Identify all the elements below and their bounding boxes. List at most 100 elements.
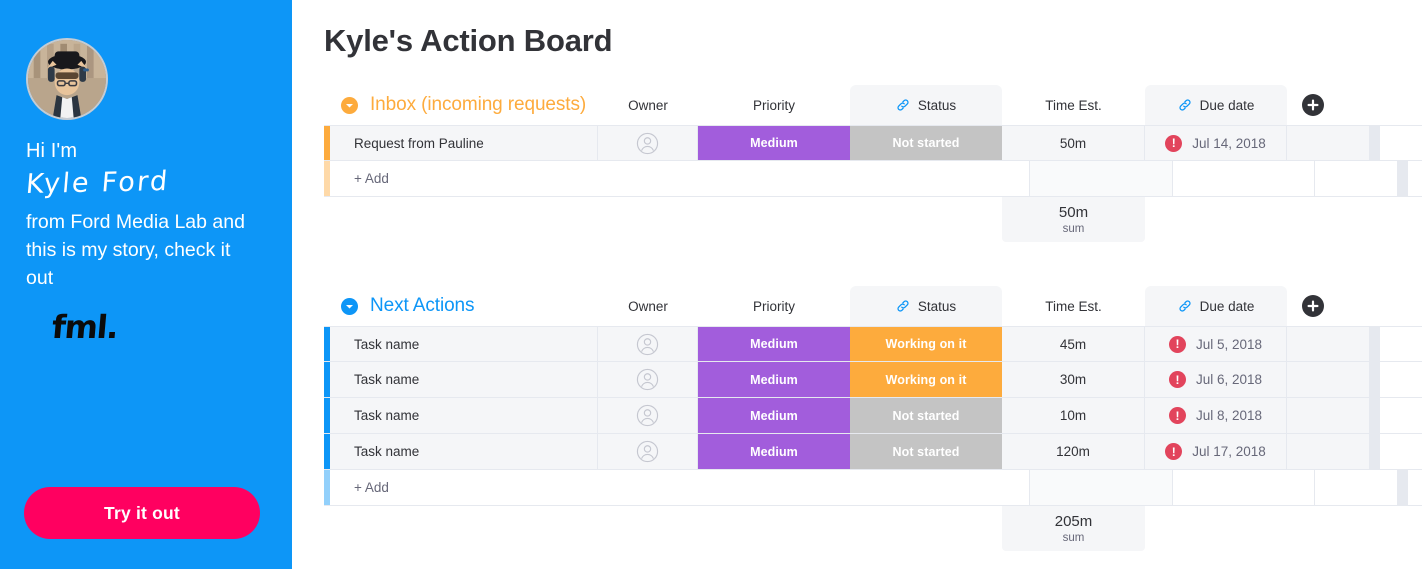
cell-empty-tail — [1287, 434, 1369, 469]
overdue-warning-icon: ! — [1165, 134, 1183, 152]
horizontal-scrollbar[interactable] — [1369, 126, 1380, 160]
add-row-color-bar — [324, 161, 330, 196]
column-headers: Owner Priority Status Time Est. Due date — [598, 286, 1369, 326]
column-header-due-date[interactable]: Due date — [1145, 286, 1287, 326]
group-rows: Request from Pauline Medium Not started 50m… — [324, 125, 1422, 242]
cell-owner[interactable] — [598, 434, 698, 469]
column-header-time-est[interactable]: Time Est. — [1002, 85, 1145, 125]
cell-owner[interactable] — [598, 362, 698, 397]
due-date-text: Jul 5, 2018 — [1195, 336, 1263, 352]
group-title[interactable]: Next Actions — [370, 295, 475, 317]
cell-task-name[interactable]: Task name — [330, 398, 598, 433]
sum-value: 205m — [1054, 512, 1093, 530]
column-header-status[interactable]: Status — [850, 286, 1002, 326]
group-title[interactable]: Inbox (incoming requests) — [370, 94, 586, 116]
cell-due-date[interactable]: ! Jul 17, 2018 — [1145, 434, 1287, 469]
profile-sidebar: Hi I'm Kyle Ford from Ford Media Lab and… — [0, 0, 292, 569]
cell-status[interactable]: Not started — [850, 126, 1002, 160]
cell-due-date[interactable]: ! Jul 6, 2018 — [1145, 362, 1287, 397]
owner-avatar-icon[interactable] — [636, 132, 659, 155]
column-header-priority[interactable]: Priority — [698, 85, 850, 125]
sum-value: 50m — [1058, 203, 1089, 221]
overdue-warning-icon: ! — [1168, 335, 1186, 353]
column-header-due-date[interactable]: Due date — [1145, 85, 1287, 125]
cell-priority[interactable]: Medium — [698, 126, 850, 160]
add-row: + Add — [324, 470, 1422, 506]
horizontal-scrollbar[interactable] — [1369, 398, 1380, 433]
profile-photo-icon — [28, 40, 106, 118]
owner-avatar-icon[interactable] — [636, 404, 659, 427]
cell-owner[interactable] — [598, 327, 698, 361]
cell-task-name[interactable]: Task name — [330, 362, 598, 397]
group-rows: Task name Medium Working on it 45m! Jul 5, 2… — [324, 326, 1422, 551]
link-icon — [1178, 98, 1192, 112]
table-row[interactable]: Request from Pauline Medium Not started 50m… — [324, 125, 1422, 161]
plus-icon — [1307, 99, 1319, 111]
owner-avatar-icon[interactable] — [636, 368, 659, 391]
cell-priority[interactable]: Medium — [698, 398, 850, 433]
cell-time-est[interactable]: 50m — [1002, 126, 1145, 160]
cell-empty-tail — [1287, 362, 1369, 397]
overdue-warning-icon: ! — [1168, 371, 1186, 388]
group-collapse-icon[interactable] — [341, 96, 358, 114]
add-row-scrollbar[interactable] — [1397, 470, 1408, 505]
cell-due-date[interactable]: ! Jul 5, 2018 — [1145, 327, 1287, 361]
time-est-sum: 50m sum — [1002, 197, 1145, 242]
table-row[interactable]: Task name Medium Not started 10m! Jul 8, 201… — [324, 398, 1422, 434]
cell-status[interactable]: Not started — [850, 398, 1002, 433]
add-item-button[interactable]: + Add — [330, 161, 1030, 196]
add-column-button[interactable] — [1302, 94, 1324, 116]
summary-row: 205m sum — [324, 506, 1422, 551]
cell-owner[interactable] — [598, 398, 698, 433]
due-date-text: Jul 17, 2018 — [1192, 444, 1266, 459]
cell-task-name[interactable]: Request from Pauline — [330, 126, 598, 160]
cell-status[interactable]: Not started — [850, 434, 1002, 469]
cell-time-est[interactable]: 120m — [1002, 434, 1145, 469]
cell-priority[interactable]: Medium — [698, 434, 850, 469]
try-it-out-button[interactable]: Try it out — [24, 487, 260, 539]
table-row[interactable]: Task name Medium Not started 120m! Jul 17, 2… — [324, 434, 1422, 470]
cell-due-date[interactable]: ! Jul 8, 2018 — [1145, 398, 1287, 433]
horizontal-scrollbar[interactable] — [1369, 434, 1380, 469]
cell-task-name[interactable]: Task name — [330, 434, 598, 469]
add-row-time-cell — [1030, 470, 1173, 505]
cell-time-est[interactable]: 45m — [1002, 327, 1145, 361]
add-item-button[interactable]: + Add — [330, 470, 1030, 505]
due-date-text: Jul 8, 2018 — [1195, 408, 1263, 423]
time-est-sum: 205m sum — [1002, 506, 1145, 551]
column-header-status[interactable]: Status — [850, 85, 1002, 125]
column-header-owner[interactable]: Owner — [598, 286, 698, 326]
plus-icon — [1307, 300, 1319, 312]
add-row-tail-cell — [1315, 161, 1397, 196]
owner-avatar-icon[interactable] — [636, 333, 659, 356]
table-row[interactable]: Task name Medium Working on it 30m! Jul 6, 2… — [324, 362, 1422, 398]
profile-blurb: from Ford Media Lab and this is my story… — [26, 211, 245, 289]
table-row[interactable]: Task name Medium Working on it 45m! Jul 5, 2… — [324, 326, 1422, 362]
horizontal-scrollbar[interactable] — [1369, 327, 1380, 361]
cell-task-name[interactable]: Task name — [330, 327, 598, 361]
cell-status[interactable]: Working on it — [850, 327, 1002, 361]
column-header-time-est[interactable]: Time Est. — [1002, 286, 1145, 326]
cell-priority[interactable]: Medium — [698, 327, 850, 361]
add-column-button[interactable] — [1302, 295, 1324, 317]
cell-status[interactable]: Working on it — [850, 362, 1002, 397]
cell-time-est[interactable]: 10m — [1002, 398, 1145, 433]
column-header-priority[interactable]: Priority — [698, 286, 850, 326]
fml-logo: fml. — [50, 308, 120, 346]
owner-avatar-icon[interactable] — [636, 440, 659, 463]
cell-due-date[interactable]: ! Jul 14, 2018 — [1145, 126, 1287, 160]
add-row-color-bar — [324, 470, 330, 505]
cell-owner[interactable] — [598, 126, 698, 160]
column-header-owner[interactable]: Owner — [598, 85, 698, 125]
group-collapse-icon[interactable] — [341, 297, 358, 315]
link-icon — [896, 299, 910, 313]
add-row: + Add — [324, 161, 1422, 197]
cell-priority[interactable]: Medium — [698, 362, 850, 397]
add-row-date-cell — [1173, 161, 1315, 196]
cell-time-est[interactable]: 30m — [1002, 362, 1145, 397]
cell-empty-tail — [1287, 398, 1369, 433]
add-row-tail-cell — [1315, 470, 1397, 505]
add-row-scrollbar[interactable] — [1397, 161, 1408, 196]
page-title: Kyle's Action Board — [324, 23, 613, 58]
horizontal-scrollbar[interactable] — [1369, 362, 1380, 397]
